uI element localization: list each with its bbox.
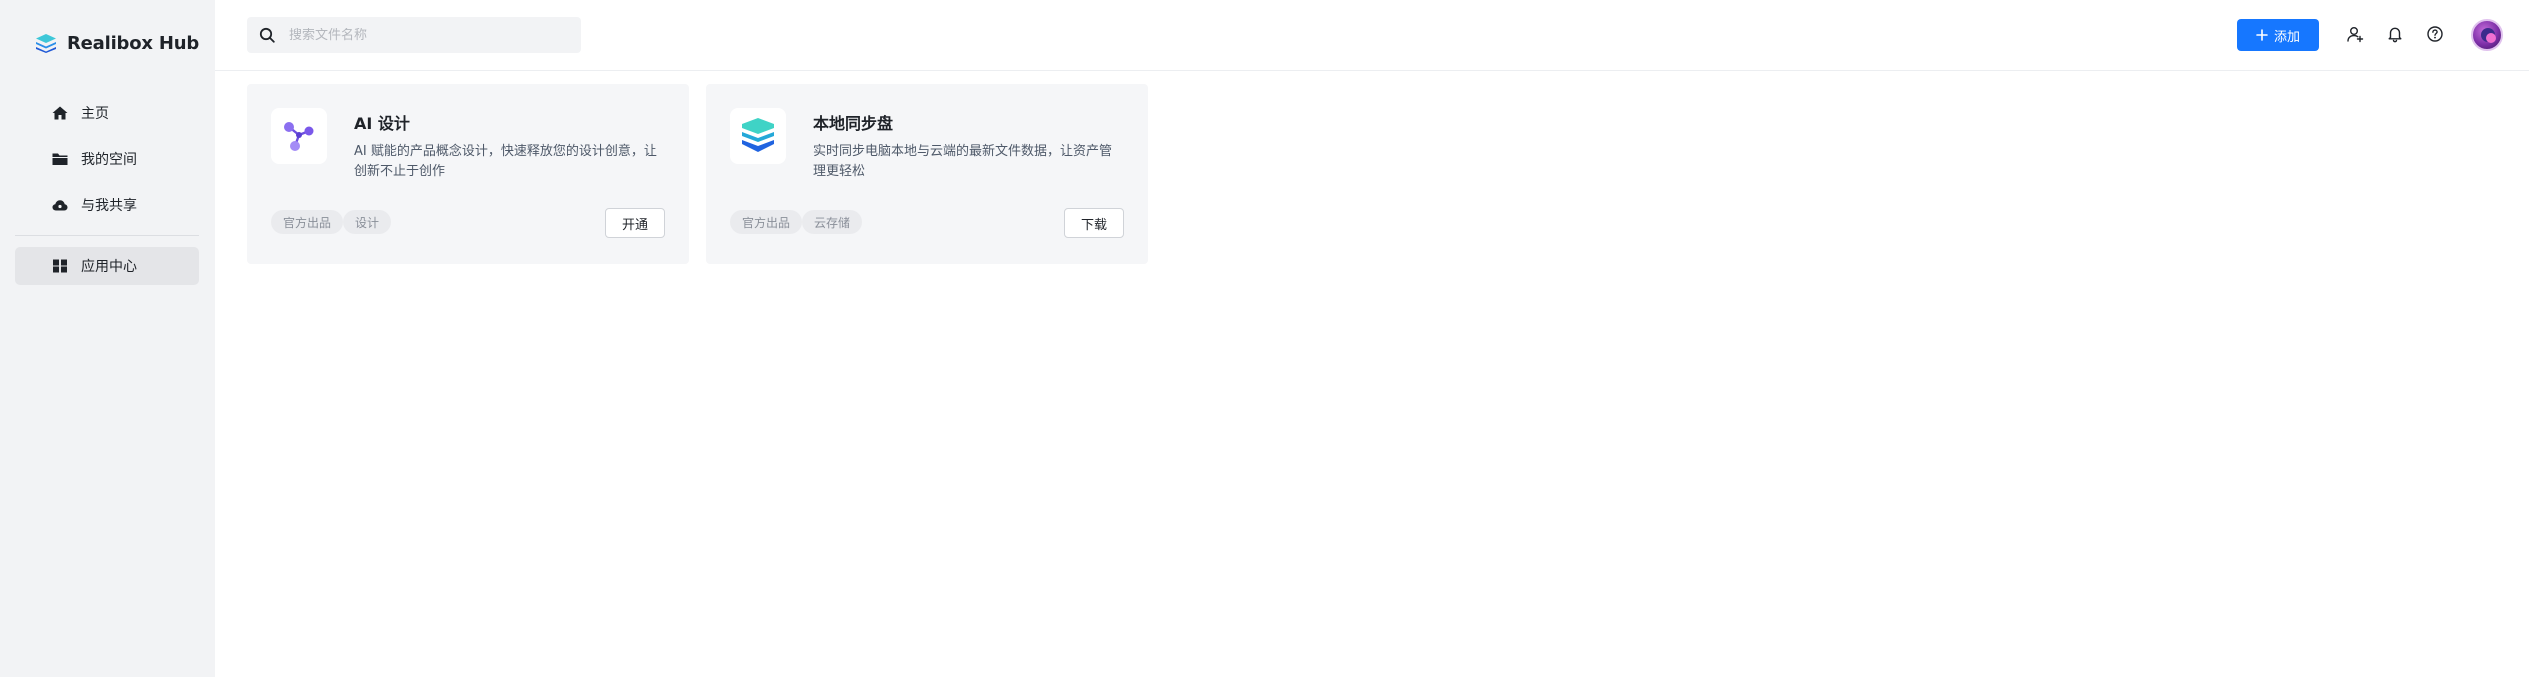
sidebar-item-app-center[interactable]: 应用中心 [15, 247, 199, 285]
sync-drive-icon [742, 118, 774, 152]
app-tag: 设计 [343, 210, 392, 234]
plus-icon [2256, 29, 2268, 41]
search-input[interactable] [289, 27, 579, 43]
add-button-label: 添加 [2273, 28, 2300, 44]
user-add-icon[interactable] [2346, 25, 2364, 43]
app-card-ai-design: AI 设计 AI 赋能的产品概念设计，快速释放您的设计创意，让创新不止于创作 官… [247, 84, 689, 264]
app-name: Realibox Hub [67, 32, 200, 54]
app-title: 本地同步盘 [813, 114, 894, 133]
app-description: 实时同步电脑本地与云端的最新文件数据，让资产管理更轻松 [813, 144, 1113, 179]
app-tag: 云存储 [802, 210, 863, 234]
realibox-logo-icon [36, 34, 56, 53]
sidebar-divider [15, 235, 199, 236]
cloud-share-icon [52, 200, 68, 211]
app-title: AI 设计 [354, 114, 410, 133]
folder-icon [52, 153, 68, 165]
user-avatar[interactable] [2471, 19, 2503, 51]
app-tag: 官方出品 [271, 210, 344, 234]
activate-button[interactable]: 开通 [605, 208, 665, 238]
app-card-sync-drive: 本地同步盘 实时同步电脑本地与云端的最新文件数据，让资产管理更轻松 官方出品 云… [706, 84, 1148, 264]
app-root: Realibox Hub 主页 我的空间 与我共享 应用中心 搜索文件名称 添加… [0, 0, 2529, 677]
ai-design-icon [284, 122, 314, 151]
download-button[interactable]: 下载 [1064, 208, 1124, 238]
grid-apps-icon [53, 259, 67, 273]
sidebar-item-home[interactable]: 主页 [15, 94, 199, 132]
card-logo [271, 108, 327, 164]
app-tag: 官方出品 [730, 210, 803, 234]
search-box[interactable] [247, 17, 581, 53]
card-logo [730, 108, 786, 164]
home-icon [52, 106, 68, 120]
app-description: AI 赋能的产品概念设计，快速释放您的设计创意，让创新不止于创作 [354, 144, 657, 179]
sidebar: Realibox Hub 主页 我的空间 与我共享 应用中心 [0, 0, 215, 677]
search-icon [259, 27, 275, 43]
help-icon[interactable] [2426, 25, 2444, 43]
brand-logo[interactable]: Realibox Hub [35, 30, 199, 56]
sidebar-item-my-space[interactable]: 我的空间 [15, 140, 199, 178]
add-button[interactable]: 添加 [2237, 19, 2319, 51]
sidebar-item-shared[interactable]: 与我共享 [15, 186, 199, 224]
top-header: 添加 [215, 0, 2529, 71]
bell-icon[interactable] [2386, 25, 2404, 43]
